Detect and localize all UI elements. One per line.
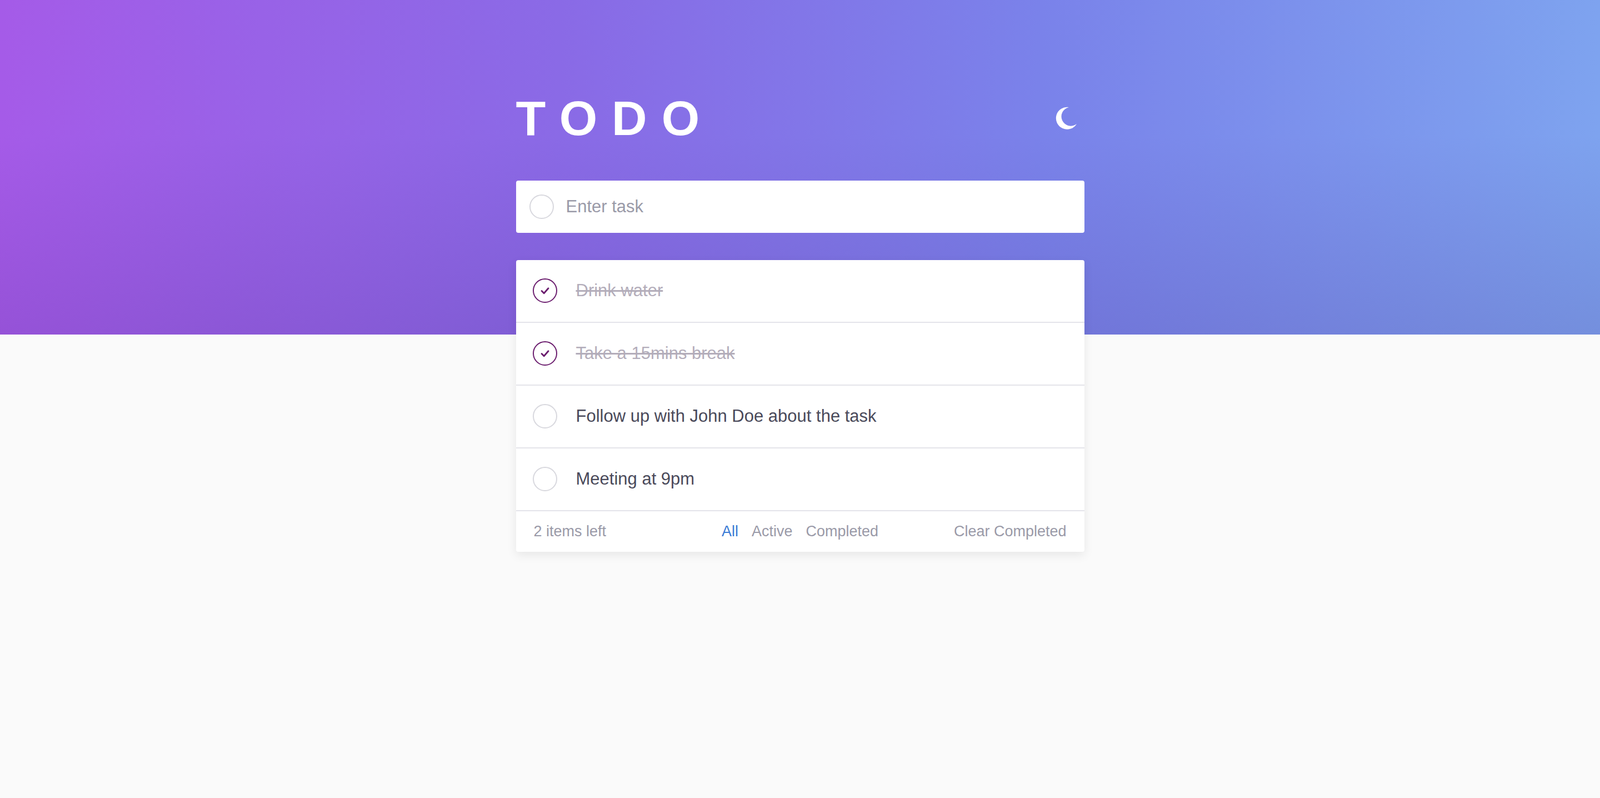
todo-item[interactable]: Drink water — [516, 260, 1085, 323]
check-icon — [538, 283, 552, 298]
items-left-count: 2 items left — [533, 522, 722, 540]
todo-checkbox[interactable] — [532, 278, 558, 303]
new-task-input[interactable] — [566, 188, 1072, 225]
todo-checkbox[interactable] — [532, 466, 558, 492]
todo-checkbox[interactable] — [532, 341, 558, 366]
todo-app: TODO Drink water Take a 15mins break Fol… — [516, 0, 1085, 552]
todo-text: Follow up with John Doe about the task — [576, 406, 877, 427]
todo-page: TODO Drink water Take a 15mins break Fol… — [0, 0, 1600, 798]
filter-group: All Active Completed — [721, 522, 879, 540]
filter-button[interactable]: All — [721, 522, 739, 540]
todo-text: Take a 15mins break — [576, 343, 735, 364]
filter-button[interactable]: Completed — [805, 522, 879, 540]
todo-text: Drink water — [576, 280, 664, 301]
filter-button[interactable]: Active — [751, 522, 793, 540]
theme-toggle-button[interactable] — [1052, 105, 1079, 132]
todo-item[interactable]: Take a 15mins break — [516, 322, 1085, 386]
list-footer: 2 items left All Active Completed Clear Co… — [516, 511, 1085, 552]
header: TODO — [516, 88, 1085, 148]
new-task-field — [516, 180, 1085, 233]
new-task-circle[interactable] — [529, 194, 554, 219]
app-title: TODO — [516, 88, 715, 148]
check-icon — [538, 346, 552, 360]
todo-item[interactable]: Follow up with John Doe about the task — [516, 385, 1085, 449]
todo-item[interactable]: Meeting at 9pm — [516, 448, 1085, 512]
clear-completed-button[interactable]: Clear Completed — [953, 522, 1067, 540]
todo-text: Meeting at 9pm — [576, 468, 695, 489]
moon-icon — [1052, 105, 1079, 132]
todo-list: Drink water Take a 15mins break Follow u… — [516, 260, 1085, 552]
todo-checkbox[interactable] — [532, 403, 558, 429]
